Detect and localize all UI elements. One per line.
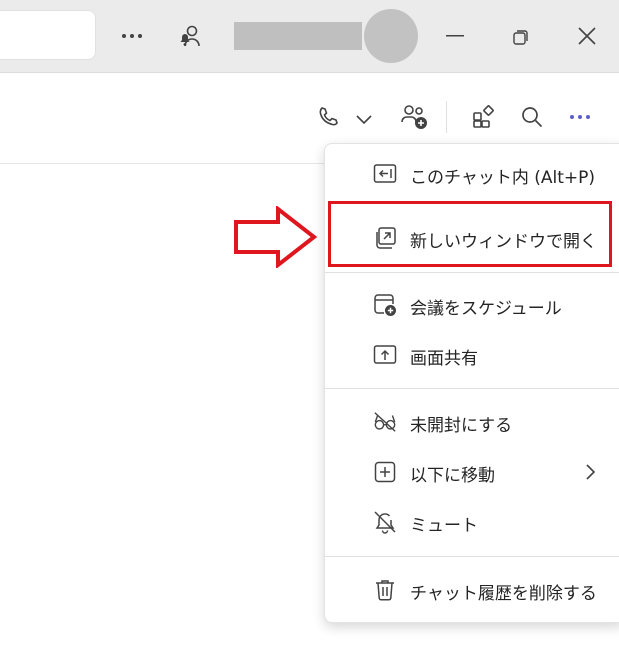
menu-item-move-to[interactable]: 以下に移動 xyxy=(325,450,619,494)
annotation-highlight-box xyxy=(328,201,612,267)
calendar-add-icon xyxy=(373,293,397,317)
phone-icon[interactable] xyxy=(314,103,342,131)
share-screen-icon xyxy=(373,343,397,367)
add-people-icon[interactable] xyxy=(398,101,430,133)
menu-item-label: 未開封にする xyxy=(410,416,513,436)
menu-divider xyxy=(325,388,619,389)
add-square-icon xyxy=(373,460,397,484)
menu-item-schedule-meeting[interactable]: 会議をスケジュール xyxy=(325,283,619,327)
menu-item-label: 以下に移動 xyxy=(410,466,495,486)
search-icon[interactable] xyxy=(518,103,546,131)
more-horizontal-icon[interactable] xyxy=(566,107,594,127)
menu-divider xyxy=(325,556,619,557)
more-horizontal-icon[interactable] xyxy=(118,24,146,48)
menu-item-delete-chat-history[interactable]: チャット履歴を削除する xyxy=(325,568,619,612)
avatar[interactable] xyxy=(364,9,418,63)
chevron-down-icon[interactable] xyxy=(352,107,376,131)
redacted-user-name xyxy=(234,22,362,50)
menu-item-label: 会議をスケジュール xyxy=(410,299,562,319)
restore-icon[interactable] xyxy=(508,24,534,50)
menu-divider xyxy=(325,272,619,273)
apps-icon[interactable] xyxy=(470,103,498,131)
panel-left-icon xyxy=(373,162,397,186)
menu-item-in-chat[interactable]: このチャット内 (Alt+P) xyxy=(325,152,619,196)
menu-item-share-screen[interactable]: 画面共有 xyxy=(325,333,619,377)
header-separator xyxy=(446,101,447,133)
menu-item-mark-unread[interactable]: 未開封にする xyxy=(325,400,619,444)
glasses-off-icon xyxy=(373,410,397,434)
menu-item-mute[interactable]: ミュート xyxy=(325,500,619,544)
menu-item-label: チャット履歴を削除する xyxy=(410,584,597,604)
menu-item-label: 画面共有 xyxy=(410,349,478,369)
annotation-arrow-icon xyxy=(232,204,318,272)
menu-item-label: このチャット内 (Alt+P) xyxy=(410,168,596,188)
minimize-icon[interactable] xyxy=(442,24,468,48)
bell-off-icon xyxy=(373,510,397,534)
menu-item-label: ミュート xyxy=(410,516,478,536)
close-icon[interactable] xyxy=(573,22,601,50)
title-bar xyxy=(0,0,619,73)
trash-icon xyxy=(373,578,397,602)
search-input[interactable] xyxy=(0,10,96,60)
chevron-right-icon xyxy=(583,462,597,486)
notification-person-icon[interactable] xyxy=(176,22,206,52)
